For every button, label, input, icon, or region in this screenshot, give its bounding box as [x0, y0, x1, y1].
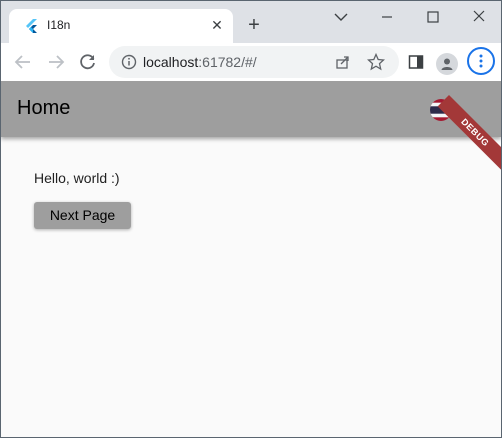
next-page-button[interactable]: Next Page: [34, 202, 131, 229]
plus-icon[interactable]: +: [244, 15, 264, 35]
browser-toolbar: localhost:61782/#/: [1, 43, 501, 81]
maximize-icon[interactable]: [421, 7, 445, 27]
tab-title: I18n: [47, 18, 71, 32]
minimize-icon[interactable]: [375, 7, 399, 27]
page-viewport: Home DEBUG Hello, world :) Next Page: [1, 81, 501, 437]
flutter-icon: [26, 19, 37, 33]
person-icon: [441, 58, 453, 70]
tab-close-icon[interactable]: ✕: [209, 17, 225, 33]
url-path: :61782/#/: [198, 54, 257, 70]
info-icon[interactable]: [121, 54, 137, 70]
more-menu-button[interactable]: [467, 47, 495, 75]
browser-window: I18n ✕ + localhost:61782/#/ Home DEBUG H…: [0, 0, 502, 438]
side-panel-icon[interactable]: [408, 54, 424, 70]
reload-icon[interactable]: [78, 52, 98, 72]
close-icon[interactable]: [467, 7, 491, 27]
app-bar: Home DEBUG: [1, 81, 501, 170]
forward-icon[interactable]: [46, 52, 66, 72]
back-icon[interactable]: [13, 52, 33, 72]
tab-i18n[interactable]: I18n ✕: [9, 9, 233, 43]
chevron-down-icon[interactable]: [329, 7, 353, 27]
url-host: localhost: [143, 54, 199, 70]
address-bar[interactable]: localhost:61782/#/: [109, 46, 399, 78]
more-icon: [479, 54, 483, 68]
page-title: Home: [17, 97, 71, 119]
profile-icon[interactable]: [436, 53, 458, 75]
star-icon[interactable]: [367, 53, 385, 71]
tab-strip: I18n ✕ +: [1, 1, 501, 43]
debug-banner: DEBUG: [437, 95, 501, 170]
share-icon[interactable]: [335, 54, 351, 70]
url-text: localhost:61782/#/: [143, 54, 257, 70]
greeting-text: Hello, world :): [34, 170, 120, 186]
